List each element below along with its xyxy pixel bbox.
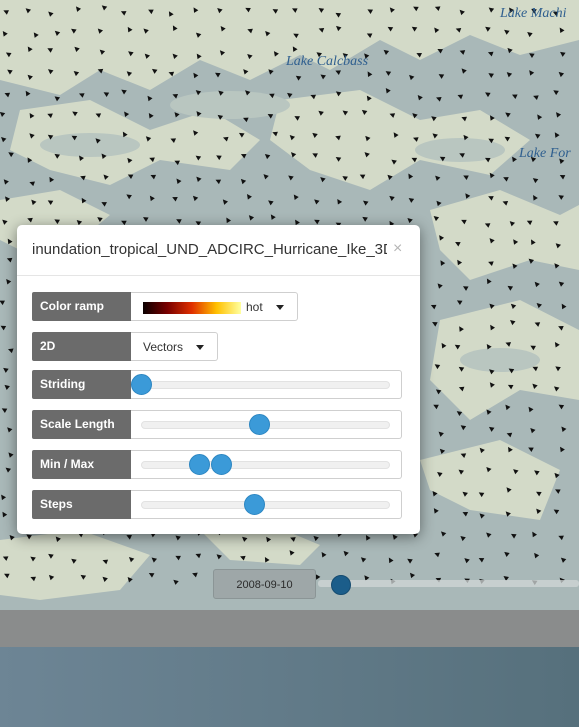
striding-label: Striding [32, 370, 131, 399]
steps-handle[interactable] [243, 494, 265, 515]
striding-handle[interactable] [131, 374, 152, 395]
color-ramp-label: Color ramp [32, 292, 131, 321]
slider-track[interactable] [141, 381, 390, 389]
min-handle[interactable] [188, 454, 210, 475]
bottom-panel [0, 647, 579, 727]
chevron-down-icon [196, 345, 204, 350]
max-handle[interactable] [211, 454, 232, 475]
steps-slider[interactable] [131, 490, 402, 519]
scale-length-row: Scale Length [32, 410, 402, 439]
min-max-row: Min / Max [32, 450, 402, 479]
mode-select[interactable]: Vectors [131, 332, 218, 361]
striding-slider[interactable] [131, 370, 402, 399]
dialog-title: inundation_tropical_UND_ADCIRC_Hurricane… [32, 241, 387, 258]
slider-track[interactable] [141, 501, 390, 509]
mode-label: 2D [32, 332, 131, 361]
map-label-lake-calcbass: Lake Calcbass [286, 54, 369, 69]
timeline-handle[interactable] [331, 575, 351, 595]
mode-row: 2D Vectors [32, 332, 402, 361]
mode-value: Vectors [143, 340, 184, 354]
close-icon[interactable]: × [393, 240, 402, 258]
timeline-date-label: 2008-09-10 [213, 569, 316, 599]
steps-label: Steps [32, 490, 131, 519]
map-label-lake-for: Lake For [519, 146, 571, 161]
slider-track[interactable] [141, 461, 390, 469]
scale-length-label: Scale Length [32, 410, 131, 439]
color-ramp-swatch [143, 302, 241, 314]
scale-length-handle[interactable] [248, 414, 270, 435]
steps-row: Steps [32, 490, 402, 519]
min-max-label: Min / Max [32, 450, 131, 479]
scale-length-slider[interactable] [131, 410, 402, 439]
map-label-lake-machi: Lake Machi [500, 6, 567, 21]
color-ramp-select[interactable]: hot [131, 292, 298, 321]
dialog-header: inundation_tropical_UND_ADCIRC_Hurricane… [17, 225, 420, 276]
color-ramp-value: hot [246, 300, 263, 314]
min-max-slider[interactable] [131, 450, 402, 479]
layer-settings-dialog: inundation_tropical_UND_ADCIRC_Hurricane… [17, 225, 420, 534]
color-ramp-row: Color ramp hot [32, 292, 402, 321]
bottom-toolbar-strip [0, 610, 579, 647]
timeline-track[interactable] [318, 580, 579, 587]
striding-row: Striding [32, 370, 402, 399]
chevron-down-icon [276, 305, 284, 310]
